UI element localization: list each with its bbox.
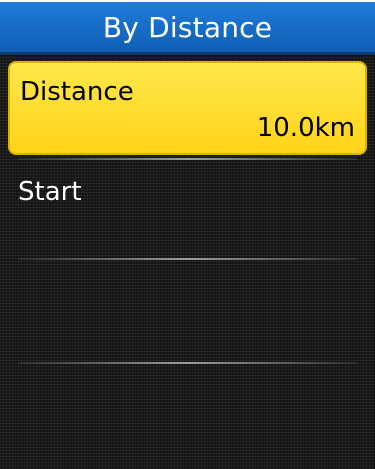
menu-divider [18, 158, 357, 160]
device-screen: By Distance Distance 10.0km Start [0, 0, 375, 469]
title-bar: By Distance [0, 2, 375, 55]
menu-item-distance-value: 10.0km [256, 113, 355, 143]
menu-list: Distance 10.0km Start [0, 55, 375, 469]
menu-item-start-label: Start [18, 177, 82, 207]
menu-divider [18, 362, 357, 364]
menu-item-empty [8, 260, 367, 350]
menu-item-start[interactable]: Start [8, 163, 367, 253]
menu-item-distance[interactable]: Distance 10.0km [8, 61, 367, 155]
menu-item-distance-label: Distance [20, 77, 134, 107]
page-title: By Distance [102, 10, 273, 44]
